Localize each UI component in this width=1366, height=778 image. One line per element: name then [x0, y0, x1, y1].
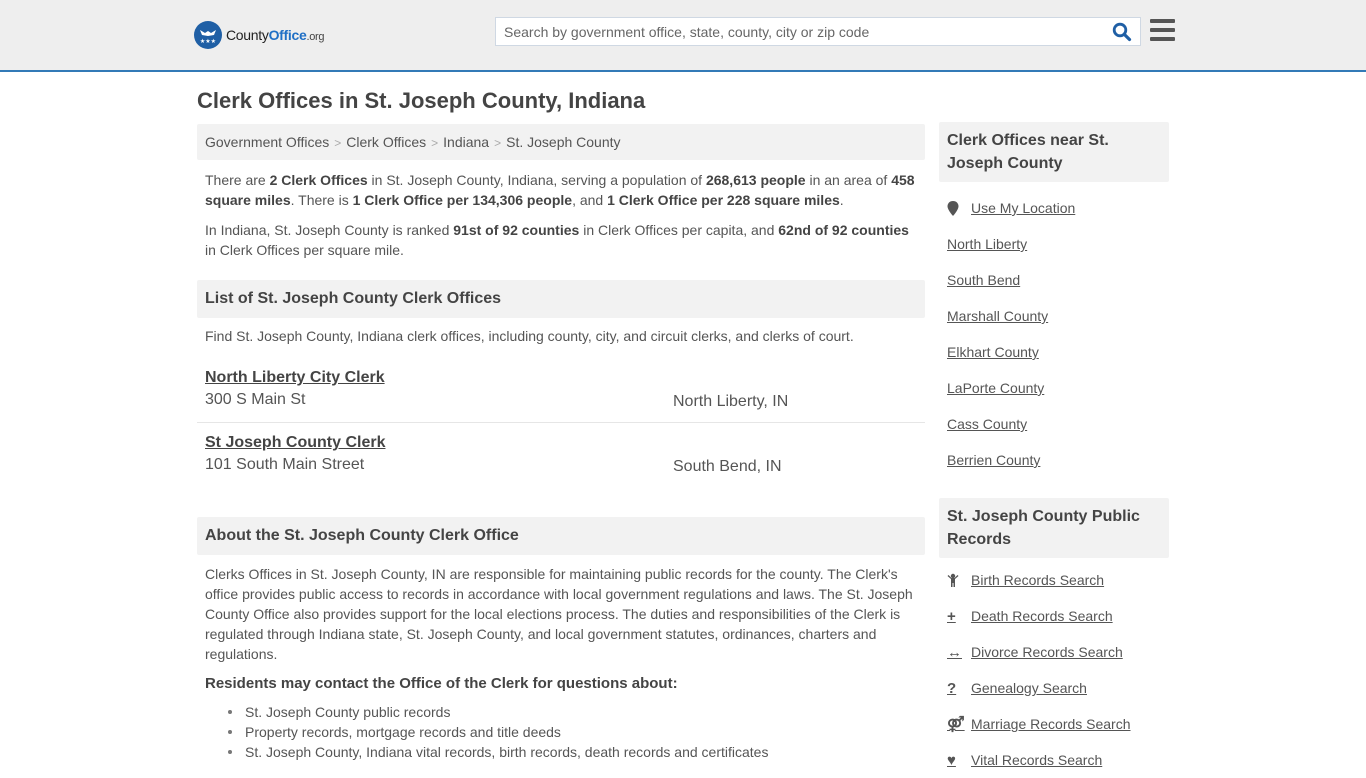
breadcrumb-clerk-offices[interactable]: Clerk Offices	[346, 134, 426, 150]
genealogy-search-link[interactable]: ? Genealogy Search	[947, 670, 1161, 706]
office-city: South Bend, IN	[673, 458, 782, 475]
breadcrumb-separator: >	[431, 136, 439, 150]
residents-topics-list: St. Joseph County public records Propert…	[197, 702, 925, 762]
nearby-link-laporte-county[interactable]: LaPorte County	[947, 370, 1161, 406]
search-box	[495, 17, 1141, 46]
public-records-list: Birth Records Search + Death Records Sea…	[939, 558, 1169, 778]
public-records-heading: St. Joseph County Public Records	[939, 498, 1169, 558]
office-address: 300 S Main St	[205, 391, 306, 408]
marriage-records-link[interactable]: ⚤ Marriage Records Search	[947, 706, 1161, 742]
birth-records-link[interactable]: Birth Records Search	[947, 562, 1161, 598]
office-list-description: Find St. Joseph County, Indiana clerk of…	[205, 328, 854, 344]
office-list-item: St Joseph County Clerk 101 South Main St…	[197, 423, 925, 488]
nearby-link-marshall-county[interactable]: Marshall County	[947, 298, 1161, 334]
eagle-logo-icon: ★★★	[194, 21, 222, 49]
breadcrumb-separator: >	[334, 136, 342, 150]
vital-records-link[interactable]: ♥ Vital Records Search	[947, 742, 1161, 778]
page-title: Clerk Offices in St. Joseph County, Indi…	[197, 88, 646, 113]
logo-wordmark: CountyOffice.org	[226, 27, 325, 43]
topic-item: St. Joseph County public records	[228, 702, 925, 722]
office-city: North Liberty, IN	[673, 393, 789, 410]
search-input[interactable]	[496, 18, 1106, 45]
nearby-link-berrien-county[interactable]: Berrien County	[947, 442, 1161, 478]
office-list-heading: List of St. Joseph County Clerk Offices	[197, 280, 925, 318]
cross-icon: +	[947, 607, 956, 625]
office-address: 101 South Main Street	[205, 456, 365, 473]
main-content: Government Offices > Clerk Offices > Indiana…	[197, 124, 925, 762]
sidebar: Clerk Offices near St. Joseph County Use…	[939, 122, 1169, 778]
hamburger-menu-icon[interactable]	[1150, 19, 1175, 41]
arrows-horizontal-icon: ↔	[947, 643, 962, 661]
heartbeat-icon: ♥	[947, 751, 956, 769]
office-list: North Liberty City Clerk 300 S Main St N…	[197, 358, 925, 488]
topic-item: Property records, mortgage records and t…	[228, 722, 925, 742]
use-my-location-link[interactable]: Use My Location	[947, 190, 1161, 226]
divorce-records-link[interactable]: ↔ Divorce Records Search	[947, 634, 1161, 670]
breadcrumb-current: St. Joseph County	[506, 134, 621, 150]
office-name-link[interactable]: North Liberty City Clerk	[205, 369, 385, 387]
office-name-link[interactable]: St Joseph County Clerk	[205, 434, 385, 452]
nearby-offices-heading: Clerk Offices near St. Joseph County	[939, 122, 1169, 182]
baby-icon	[947, 572, 971, 588]
nearby-link-cass-county[interactable]: Cass County	[947, 406, 1161, 442]
nearby-offices-list: Use My Location North Liberty South Bend…	[939, 182, 1169, 478]
map-marker-icon	[947, 200, 971, 216]
residents-heading: Residents may contact the Office of the …	[205, 675, 678, 692]
about-paragraph: Clerks Offices in St. Joseph County, IN …	[205, 566, 913, 662]
nearby-link-south-bend[interactable]: South Bend	[947, 262, 1161, 298]
summary-paragraph: There are 2 Clerk Offices in St. Joseph …	[205, 172, 915, 208]
breadcrumb-separator: >	[494, 136, 502, 150]
site-header: ★★★ CountyOffice.org	[0, 0, 1366, 72]
nearby-link-north-liberty[interactable]: North Liberty	[947, 226, 1161, 262]
breadcrumb: Government Offices > Clerk Offices > Indiana…	[197, 124, 925, 160]
svg-text:★★★: ★★★	[200, 38, 216, 45]
topic-item: St. Joseph County, Indiana vital records…	[228, 742, 925, 762]
about-heading: About the St. Joseph County Clerk Office	[197, 517, 925, 555]
nearby-link-elkhart-county[interactable]: Elkhart County	[947, 334, 1161, 370]
breadcrumb-indiana[interactable]: Indiana	[443, 134, 489, 150]
question-icon: ?	[947, 679, 957, 697]
venus-mars-icon: ⚤	[947, 716, 965, 733]
breadcrumb-government-offices[interactable]: Government Offices	[205, 134, 329, 150]
search-icon[interactable]	[1112, 22, 1134, 42]
office-list-item: North Liberty City Clerk 300 S Main St N…	[197, 358, 925, 423]
site-logo[interactable]: ★★★ CountyOffice.org	[194, 21, 325, 49]
death-records-link[interactable]: + Death Records Search	[947, 598, 1161, 634]
ranking-paragraph: In Indiana, St. Joseph County is ranked …	[205, 222, 909, 258]
